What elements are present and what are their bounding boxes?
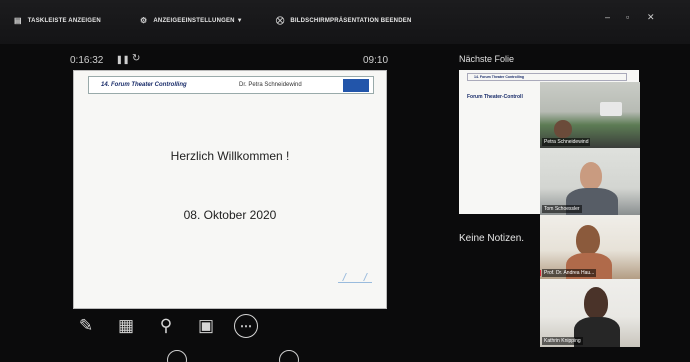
show-taskbar-button[interactable]: ▤ TASKLEISTE ANZEIGEN <box>14 16 101 25</box>
participant-silhouette <box>576 225 600 255</box>
slide-logo <box>343 79 369 92</box>
participant-video: Prof. Dr. Andrea Hau... <box>540 215 640 279</box>
screen-icon[interactable]: ▣ <box>194 314 218 338</box>
next-slide-label: Nächste Folie <box>459 54 515 64</box>
slide-date-text: 08. Oktober 2020 <box>183 208 277 222</box>
display-settings-label: ANZEIGEEINSTELLUNGEN ▼ <box>153 17 243 24</box>
slide-header-author: Dr. Petra Schneidewind <box>239 82 302 88</box>
current-slide[interactable]: 14. Forum Theater Controlling Dr. Petra … <box>73 70 387 309</box>
display-settings-icon: ⚙ <box>140 16 148 25</box>
restore-button[interactable]: ▫ <box>626 12 629 22</box>
current-time: 09:10 <box>363 55 389 66</box>
monitor-shape <box>600 102 622 116</box>
slide-header-title: 14. Forum Theater Controlling <box>101 82 187 88</box>
pause-timer-icon[interactable]: ❚❚ <box>116 55 129 64</box>
slide-welcome-text: Herzlich Willkommen ! <box>170 149 290 163</box>
show-taskbar-label: TASKLEISTE ANZEIGEN <box>27 17 101 24</box>
pen-icon[interactable]: ✎ <box>74 314 98 338</box>
previous-slide-button[interactable] <box>167 350 187 362</box>
slide-brand-logo <box>338 282 372 298</box>
end-slideshow-icon: ⛒ <box>276 16 285 25</box>
participant-name: Prof. Dr. Andrea Hau... <box>542 269 597 277</box>
next-slide-subtitle: Forum Theater-Controll <box>467 94 523 100</box>
more-options-icon[interactable]: ⋯ <box>234 314 258 338</box>
participant-silhouette <box>580 162 602 190</box>
participant-silhouette <box>584 287 608 319</box>
participant-video: Tom Schoessler <box>540 148 640 215</box>
participant-video: Kathrin Knipping <box>540 279 640 347</box>
minimize-button[interactable]: – <box>605 12 610 22</box>
end-slideshow-button[interactable]: ⛒ BILDSCHIRMPRÄSENTATION BEENDEN <box>276 16 412 26</box>
muted-icon <box>540 270 541 276</box>
display-settings-button[interactable]: ⚙ ANZEIGEEINSTELLUNGEN ▼ <box>140 16 243 25</box>
slide-header: 14. Forum Theater Controlling Dr. Petra … <box>88 76 374 94</box>
restart-timer-icon[interactable]: ↻ <box>132 53 140 64</box>
taskbar-icon: ▤ <box>14 16 22 25</box>
participant-silhouette <box>554 120 572 138</box>
elapsed-timer: 0:16:32 <box>70 55 104 66</box>
next-slide-header: 14. Forum Theater Controlling <box>467 73 627 81</box>
presenter-tools: ✎ ▦ ⚲ ▣ ⋯ <box>74 313 258 339</box>
participant-video: Petra Schneidewind <box>540 82 640 148</box>
close-button[interactable]: ✕ <box>647 12 655 23</box>
next-slide-header-title: 14. Forum Theater Controlling <box>474 75 524 79</box>
end-slideshow-label: BILDSCHIRMPRÄSENTATION BEENDEN <box>290 18 412 24</box>
zoom-icon[interactable]: ⚲ <box>154 314 178 338</box>
notes-text: Keine Notizen. <box>459 233 525 244</box>
participant-name: Kathrin Knipping <box>542 337 583 345</box>
presenter-toolbar: ▤ TASKLEISTE ANZEIGEN ⚙ ANZEIGEEINSTELLU… <box>0 0 690 44</box>
next-slide-button[interactable] <box>279 350 299 362</box>
participant-name: Tom Schoessler <box>542 205 582 213</box>
slide-grid-icon[interactable]: ▦ <box>114 314 138 338</box>
participant-name: Petra Schneidewind <box>542 138 591 146</box>
